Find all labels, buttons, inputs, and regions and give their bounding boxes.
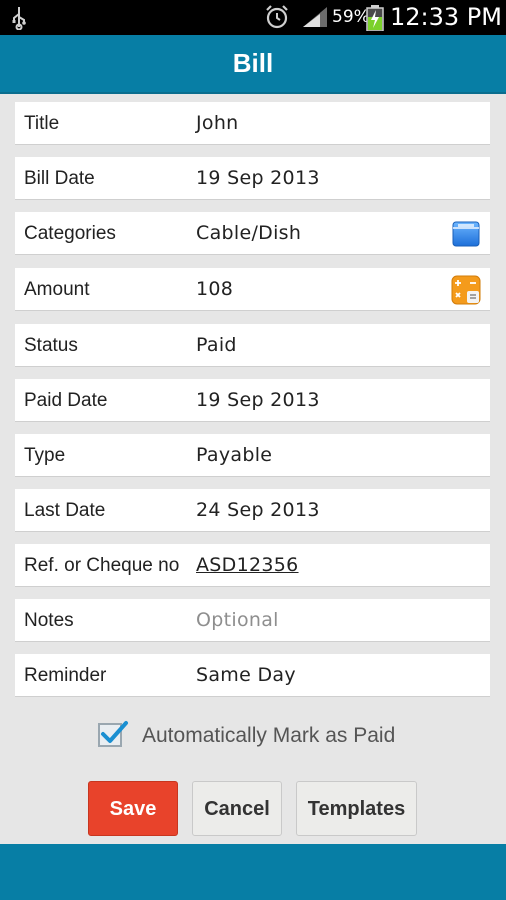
bill-date-field[interactable]: Bill Date 19 Sep 2013 xyxy=(15,157,490,200)
amount-field[interactable]: Amount 108 xyxy=(15,268,490,311)
auto-mark-paid-checkbox[interactable] xyxy=(98,721,128,747)
checkmark-icon xyxy=(101,721,128,743)
last-date-field[interactable]: Last Date 24 Sep 2013 xyxy=(15,489,490,532)
field-label: Bill Date xyxy=(24,168,95,189)
field-value[interactable]: 19 Sep 2013 xyxy=(196,157,320,200)
status-bar: 59% 12:33 PM xyxy=(0,0,506,35)
field-label: Status xyxy=(24,335,78,356)
field-value[interactable]: 19 Sep 2013 xyxy=(196,379,320,422)
field-label: Ref. or Cheque no xyxy=(24,555,180,576)
field-value[interactable]: 108 xyxy=(196,268,233,311)
page-title: Bill xyxy=(232,48,274,78)
paid-date-field[interactable]: Paid Date 19 Sep 2013 xyxy=(15,379,490,422)
field-value[interactable]: John xyxy=(196,102,239,145)
field-label: Amount xyxy=(24,279,90,300)
field-label: Reminder xyxy=(24,665,107,686)
battery-charging-icon xyxy=(366,5,384,36)
field-value[interactable]: ASD12356 xyxy=(196,544,299,587)
signal-icon xyxy=(302,6,328,33)
field-label: Type xyxy=(24,445,66,466)
title-bar: Bill xyxy=(0,35,506,94)
calculator-icon[interactable] xyxy=(450,274,482,306)
status-field[interactable]: Status Paid xyxy=(15,324,490,367)
save-button[interactable]: Save xyxy=(88,781,178,836)
reminder-field[interactable]: Reminder Same Day xyxy=(15,654,490,697)
auto-mark-paid-option[interactable]: Automatically Mark as Paid xyxy=(98,720,438,754)
alarm-icon xyxy=(264,4,290,35)
usb-icon xyxy=(10,6,28,36)
notes-field[interactable]: Notes Optional xyxy=(15,599,490,642)
field-label: Notes xyxy=(24,610,74,631)
field-label: Categories xyxy=(24,223,116,244)
field-label: Paid Date xyxy=(24,390,108,411)
field-value[interactable]: 24 Sep 2013 xyxy=(196,489,320,532)
field-value[interactable]: Paid xyxy=(196,324,237,367)
ref-cheque-field[interactable]: Ref. or Cheque no ASD12356 xyxy=(15,544,490,587)
field-value[interactable]: Same Day xyxy=(196,654,296,697)
clock: 12:33 PM xyxy=(390,3,502,31)
field-label: Last Date xyxy=(24,500,106,521)
notes-input[interactable]: Optional xyxy=(196,599,279,642)
field-value[interactable]: Payable xyxy=(196,434,272,477)
folder-icon[interactable] xyxy=(450,218,482,250)
cancel-button[interactable]: Cancel xyxy=(192,781,282,836)
title-field[interactable]: Title John xyxy=(15,102,490,145)
field-value[interactable]: Cable/Dish xyxy=(196,212,301,255)
field-label: Title xyxy=(24,113,60,134)
type-field[interactable]: Type Payable xyxy=(15,434,490,477)
templates-button[interactable]: Templates xyxy=(296,781,417,836)
bottom-bar xyxy=(0,844,506,900)
auto-mark-paid-label: Automatically Mark as Paid xyxy=(142,724,396,747)
battery-percent: 59% xyxy=(332,7,370,27)
categories-field[interactable]: Categories Cable/Dish xyxy=(15,212,490,255)
